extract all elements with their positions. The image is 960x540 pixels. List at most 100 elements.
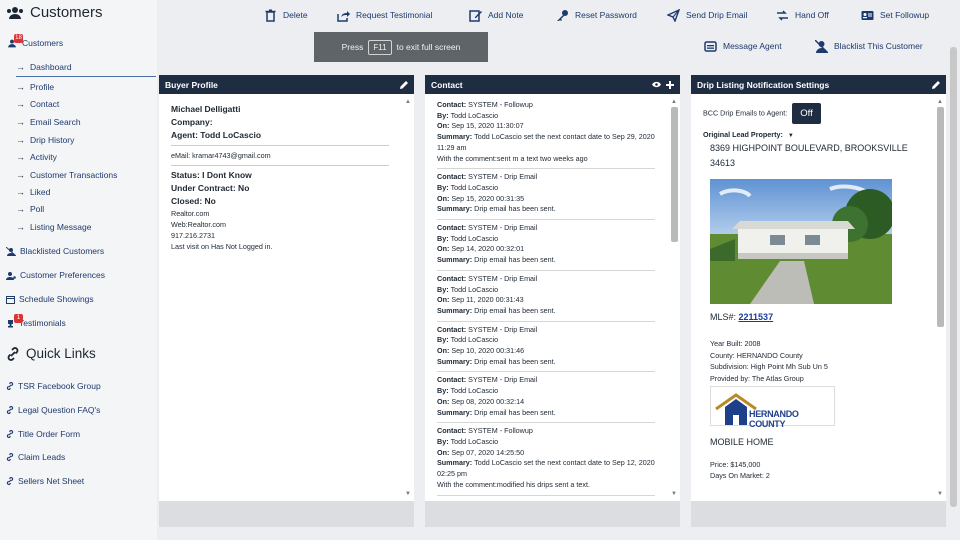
link-icon [6, 477, 14, 485]
sidebar-subitem-profile[interactable]: → Profile [16, 82, 54, 92]
contact-field-label: By: [437, 335, 451, 345]
arrow-right-icon: → [16, 62, 25, 72]
contact-field-value: Sep 11, 2020 00:31:43 [451, 295, 524, 305]
contact-on-row: On: Sep 11, 2020 00:31:43 [437, 295, 655, 306]
sidebar-subitem-dashboard[interactable]: → Dashboard [16, 62, 72, 72]
quick-link-0[interactable]: TSR Facebook Group [6, 381, 101, 391]
sidebar-item-blacklisted-customers[interactable]: Blacklisted Customers [6, 246, 104, 256]
contact-by-row: By: Todd LoCascio [437, 183, 655, 194]
contact-header: Contact [425, 75, 680, 94]
share-icon [337, 10, 350, 22]
contact-by-row: By: Todd LoCascio [437, 437, 655, 448]
quick-link-4[interactable]: Sellers Net Sheet [6, 476, 84, 486]
message-agent-button[interactable]: Message Agent [704, 38, 782, 54]
contact-field-value: Todd LoCascio [450, 233, 499, 243]
mls-label: MLS#: [710, 312, 737, 322]
blacklist-customer-button[interactable]: Blacklist This Customer [815, 38, 923, 54]
sidebar-subitem-drip-history[interactable]: → Drip History [16, 135, 74, 145]
buyer-profile-body: Michael Delligatti Company: Agent: Todd … [159, 94, 414, 261]
add-note-label: Add Note [488, 10, 524, 20]
reset-password-button[interactable]: Reset Password [556, 7, 637, 23]
link-icon [6, 406, 14, 414]
scroll-thumb[interactable] [937, 107, 944, 327]
quick-link-2[interactable]: Title Order Form [6, 429, 80, 439]
pencil-icon[interactable] [400, 80, 408, 89]
buyer-name: Michael Delligatti [171, 104, 241, 114]
quick-link-3[interactable]: Claim Leads [6, 452, 65, 462]
arrow-right-icon: → [16, 187, 25, 197]
set-followup-button[interactable]: Set Followup [861, 7, 929, 23]
request-testimonial-button[interactable]: Request Testimonial [337, 7, 432, 23]
county: County: HERNANDO County [710, 350, 803, 360]
sidebar-item-customer-preferences[interactable]: Customer Preferences [6, 270, 105, 280]
inbox-icon [704, 40, 717, 52]
delete-button[interactable]: Delete [264, 7, 308, 23]
page-scroll-thumb[interactable] [950, 47, 957, 507]
send-drip-email-button[interactable]: Send Drip Email [667, 7, 747, 23]
contact-contact-row: Contact: SYSTEM - Drip Email [437, 223, 655, 234]
buyer-status: Status: I Dont Know [171, 170, 252, 180]
sidebar-subitem-contact[interactable]: → Contact [16, 99, 59, 109]
scroll-thumb[interactable] [671, 107, 678, 242]
message-agent-label: Message Agent [723, 41, 782, 51]
contact-contact-row: Contact: SYSTEM - Followup [437, 426, 655, 437]
sidebar-subitem-liked[interactable]: → Liked [16, 187, 50, 197]
contact-field-value: Drip email has been sent. [474, 204, 556, 214]
contact-entry: Contact: SYSTEM - Drip Email By: Todd LoC… [437, 322, 655, 373]
page-scrollbar[interactable] [948, 47, 958, 540]
scroll-up-icon: ▲ [405, 99, 411, 105]
contact-contact-row: Contact: SYSTEM - Drip Email [437, 375, 655, 386]
contact-field-label: Contact: [437, 100, 469, 109]
add-note-button[interactable]: Add Note [469, 7, 523, 23]
sidebar-subitem-email-search[interactable]: → Email Search [16, 117, 81, 127]
contact-field-label: Summary: [437, 255, 475, 265]
quick-link-label: TSR Facebook Group [18, 381, 101, 391]
property-type: MOBILE HOME [710, 437, 774, 447]
property-photo[interactable] [710, 179, 892, 304]
sidebar-item-schedule-showings[interactable]: Schedule Showings [6, 294, 94, 304]
contact-on-row: On: Sep 08, 2020 00:32:14 [437, 397, 655, 408]
arrow-right-icon: → [16, 222, 25, 232]
chevron-down-icon: ▼ [787, 133, 794, 139]
hand-off-button[interactable]: Hand Off [776, 7, 829, 23]
sidebar-item-label: Testimonials [19, 318, 66, 328]
property-details: Year Built: 2008 County: HERNANDO County… [710, 338, 935, 384]
lead-property-label: Original Lead Property: [703, 130, 783, 139]
contact-field-value: Sep 15, 2020 11:30:07 [451, 121, 524, 131]
send-drip-email-label: Send Drip Email [686, 10, 748, 20]
scrollbar[interactable]: ▲ ▼ [936, 99, 944, 497]
lead-property-row[interactable]: Original Lead Property: ▼ [703, 130, 935, 139]
contact-summary-row: Summary: Drip email has been sent. [437, 408, 655, 419]
arrow-right-icon: → [16, 204, 25, 214]
sidebar-subitem-listing-message[interactable]: → Listing Message [16, 222, 91, 232]
scrollbar[interactable]: ▲ ▼ [670, 99, 678, 497]
contact-entry: Contact: SYSTEM - Drip Email By: Todd LoC… [437, 169, 655, 221]
scroll-down-icon: ▼ [937, 491, 943, 497]
hand-off-icon [777, 9, 788, 21]
contact-by-row: By: Todd LoCascio [437, 111, 655, 122]
sidebar-subitem-poll[interactable]: → Poll [16, 204, 44, 214]
sidebar-subitem-label: Customer Transactions [30, 170, 118, 180]
eye-icon[interactable] [652, 81, 661, 88]
buyer-email[interactable]: eMail: kramar4743@gmail.com [171, 149, 402, 162]
buyer-closed: Closed: No [171, 196, 216, 206]
sidebar-title-text: Customers [30, 4, 103, 21]
contact-comment: With the comment:modified his drips sent… [437, 479, 590, 489]
contact-entry: Contact: SYSTEM - Followup By: Todd LoCas… [437, 97, 655, 170]
contact-entry: Contact: SYSTEM - Drip Email By: Todd LoC… [437, 271, 655, 322]
contact-field-label: Contact: [437, 172, 469, 182]
mls-link[interactable]: 2211537 [739, 312, 774, 322]
contact-history-list: Contact: SYSTEM - Followup By: Todd LoCas… [437, 97, 667, 497]
plus-icon[interactable] [666, 80, 674, 89]
sidebar-subitem-customer-transactions[interactable]: → Customer Transactions [16, 170, 117, 180]
sidebar-subitem-activity[interactable]: → Activity [16, 152, 57, 162]
drip-settings-header: Drip Listing Notification Settings [691, 75, 946, 94]
buyer-phone[interactable]: 917.216.2731 [171, 230, 402, 241]
contact-by-row: By: Todd LoCascio [437, 386, 655, 397]
quick-link-label: Sellers Net Sheet [18, 476, 85, 486]
scrollbar[interactable]: ▲ ▼ [404, 99, 412, 497]
bcc-toggle-button[interactable]: Off [792, 103, 821, 124]
quick-link-1[interactable]: Legal Question FAQ's [6, 405, 100, 415]
quick-links-title: Quick Links [6, 346, 96, 361]
pencil-icon[interactable] [932, 80, 940, 89]
